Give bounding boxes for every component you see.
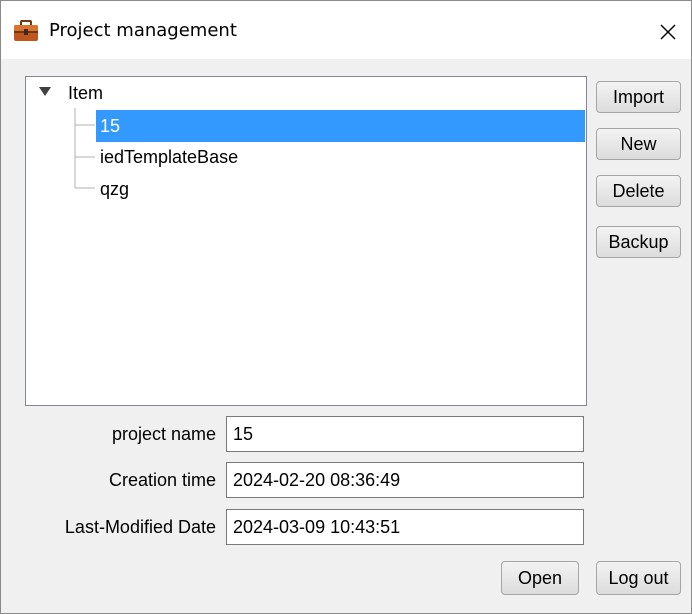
briefcase-icon (14, 20, 38, 41)
tree-item-15[interactable]: 15 (96, 110, 585, 142)
close-button[interactable] (653, 18, 683, 46)
tree-item-label: qzg (100, 179, 130, 199)
project-tree[interactable]: Item 15 iedTemplateBase qzg (25, 76, 587, 406)
project-name-field[interactable] (226, 416, 584, 452)
last-modified-label: Last-Modified Date (64, 517, 216, 537)
project-name-label: project name (111, 424, 216, 444)
backup-button[interactable]: Backup (596, 226, 681, 258)
tree-item-label: 15 (100, 116, 121, 136)
tree-item-qzg[interactable]: qzg (100, 173, 129, 205)
creation-time-label: Creation time (108, 470, 216, 490)
delete-button[interactable]: Delete (596, 175, 681, 207)
tree-connector-lines (74, 108, 95, 189)
window-title: Project management (49, 20, 237, 41)
creation-time-field[interactable] (226, 462, 584, 498)
title-bar[interactable]: Project management (1, 1, 691, 59)
log-out-button[interactable]: Log out (596, 561, 681, 595)
project-management-dialog: Project management Item 15 iedTemplateBa… (0, 0, 692, 614)
tree-item-iedtemplatebase[interactable]: iedTemplateBase (100, 141, 238, 173)
open-button[interactable]: Open (501, 561, 579, 595)
tree-item-label: iedTemplateBase (100, 147, 239, 167)
new-button[interactable]: New (596, 128, 681, 160)
last-modified-field[interactable] (226, 509, 584, 545)
import-button[interactable]: Import (596, 81, 681, 113)
close-icon (660, 24, 676, 40)
